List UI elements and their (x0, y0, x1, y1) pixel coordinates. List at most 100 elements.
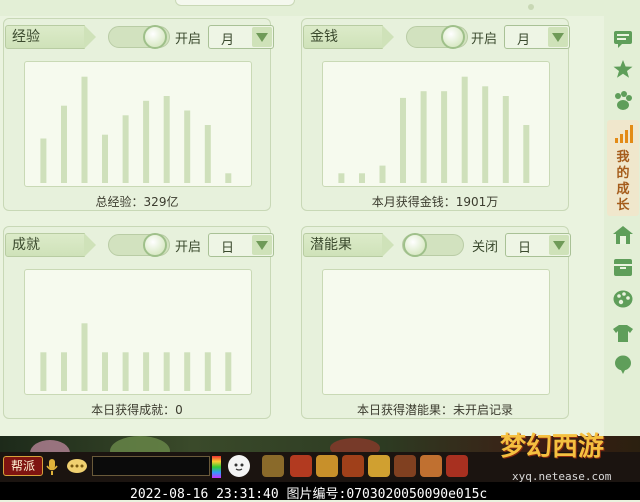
chart-bar (61, 105, 67, 183)
chart-bar (184, 110, 191, 183)
right-sidebar: 我的成长 (604, 16, 640, 436)
panel-summary: 本日获得潜能果：未开启记录 (356, 403, 513, 417)
chart-bar (338, 173, 345, 183)
toggle-label: 关闭 (472, 240, 499, 255)
chevron-down-icon[interactable] (252, 235, 272, 255)
panel-summary: 本日获得成就：0 (91, 403, 183, 417)
screenshot-timestamp: 2022-08-16 23:31:40 图片编号:0703020050090e0… (130, 487, 488, 502)
chart-bar (81, 323, 88, 391)
bar-chart (322, 269, 550, 395)
bar-chart (24, 269, 252, 395)
message-icon[interactable] (612, 28, 634, 50)
skill-slot-icon[interactable] (342, 455, 364, 477)
toggle-knob[interactable] (403, 233, 427, 257)
chart-bar (163, 352, 170, 391)
chart-bar (225, 352, 232, 391)
chevron-down-icon[interactable] (548, 27, 568, 47)
skill-slot-icon[interactable] (394, 455, 416, 477)
home-icon[interactable] (612, 224, 634, 246)
chevron-down-icon[interactable] (252, 27, 272, 47)
chart-bar (102, 134, 108, 183)
chevron-down-icon[interactable] (549, 235, 569, 255)
top-strip (0, 0, 640, 16)
chart-bar (204, 125, 211, 183)
toggle-label: 开启 (175, 32, 202, 47)
panel-title: 金钱 (303, 25, 394, 49)
bar-chart-svg (40, 323, 232, 391)
period-value: 月 (221, 33, 235, 48)
panel-title: 潜能果 (303, 233, 394, 257)
guild-button[interactable]: 帮派 (3, 456, 43, 476)
period-select[interactable]: 月 (208, 25, 274, 49)
top-tab[interactable] (175, 0, 295, 6)
bar-chart-svg (323, 270, 549, 394)
game-logo: 梦幻西游 (499, 432, 604, 462)
sidebar-item-growth-label: 我的成长 (616, 150, 630, 213)
skill-slot-icon[interactable] (262, 455, 284, 477)
panel-title: 经验 (5, 25, 96, 49)
record-toggle[interactable] (402, 233, 464, 257)
palette-icon[interactable] (612, 288, 634, 310)
stat-panel: 成就 开启 日 本日获得成就：0 (3, 226, 274, 419)
period-value: 日 (221, 241, 235, 256)
period-select[interactable]: 日 (208, 233, 274, 257)
paw-icon[interactable] (612, 90, 634, 112)
chart-bar (143, 100, 150, 183)
record-toggle[interactable] (108, 233, 170, 257)
chart-bar (204, 352, 211, 391)
panel-title: 成就 (5, 233, 96, 257)
toggle-knob[interactable] (143, 233, 167, 257)
chart-bar (359, 173, 365, 183)
stat-panel: 经验 开启 月 总经验：329亿 (3, 18, 274, 211)
chat-channel-field[interactable] (92, 456, 210, 476)
chart-bar (225, 173, 232, 183)
toggle-label: 开启 (175, 240, 202, 255)
period-value: 月 (517, 33, 531, 48)
chart-bar (40, 352, 47, 391)
skill-slot-icon[interactable] (420, 455, 442, 477)
skill-slot-icon[interactable] (290, 455, 312, 477)
microphone-icon[interactable] (46, 458, 58, 476)
chart-bar (461, 76, 468, 183)
growth-bars-icon (615, 125, 633, 143)
chart-bar (400, 97, 406, 183)
panel-summary: 本月获得金钱：1901万 (371, 195, 499, 209)
record-toggle[interactable] (406, 25, 468, 49)
chart-bar (502, 96, 509, 183)
bar-chart-svg (40, 76, 232, 183)
chat-bubble-icon[interactable] (66, 458, 88, 476)
chart-bar (61, 352, 67, 391)
record-toggle[interactable] (108, 25, 170, 49)
panel-summary: 总经验：329亿 (95, 195, 179, 209)
chart-bar (420, 91, 427, 183)
color-meter (212, 456, 221, 478)
star-icon[interactable] (612, 58, 634, 80)
chart-bar (482, 86, 489, 183)
skill-slot-icon[interactable] (446, 455, 468, 477)
chart-bar (441, 91, 448, 183)
bar-chart (24, 61, 252, 187)
chart-bar (81, 76, 88, 183)
chart-bar (122, 115, 129, 183)
skill-slot-icon[interactable] (316, 455, 338, 477)
bar-chart (322, 61, 550, 187)
shirt-icon[interactable] (612, 322, 634, 344)
balloon-icon[interactable] (612, 354, 634, 376)
toggle-knob[interactable] (441, 25, 465, 49)
box-icon[interactable] (612, 256, 634, 278)
stat-panel: 潜能果 关闭 日 本日获得潜能果：未开启记录 (301, 226, 571, 419)
top-dot (528, 4, 534, 10)
toggle-label: 开启 (471, 32, 498, 47)
chart-bar (40, 138, 47, 183)
pet-face-icon[interactable] (228, 455, 250, 477)
period-select[interactable]: 日 (505, 233, 571, 257)
chart-bar (379, 165, 386, 183)
chart-bar (102, 352, 108, 391)
skill-slot-icon[interactable] (368, 455, 390, 477)
period-select[interactable]: 月 (504, 25, 570, 49)
period-value: 日 (518, 241, 532, 256)
toggle-knob[interactable] (143, 25, 167, 49)
bar-chart-svg (338, 76, 530, 183)
chart-bar (122, 352, 129, 391)
chart-bar (184, 352, 191, 391)
